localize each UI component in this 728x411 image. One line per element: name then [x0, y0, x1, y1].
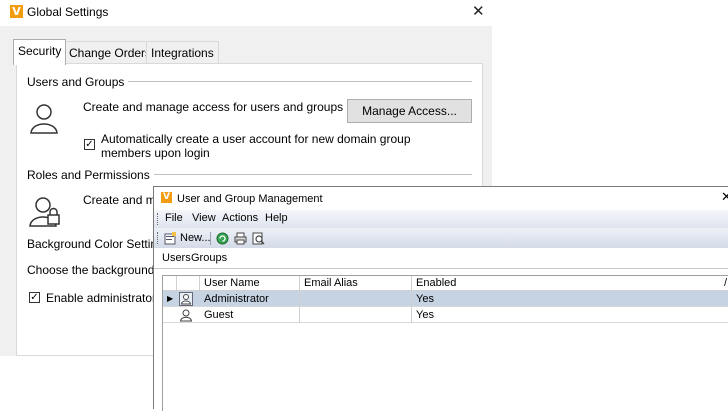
tab-change-orders[interactable]: Change Orders	[64, 41, 157, 63]
close-icon[interactable]: ✕	[721, 190, 728, 205]
manage-access-button[interactable]: Manage Access...	[347, 99, 472, 123]
app-logo: V	[161, 192, 172, 203]
user-group-management-window: V User and Group Management ✕ File View …	[153, 186, 728, 411]
tab-users[interactable]: Users	[162, 252, 191, 264]
tab-integrations[interactable]: Integrations	[146, 41, 219, 63]
column-header-extra: /	[724, 277, 728, 289]
table-row[interactable]: Guest Yes	[163, 307, 728, 323]
tab-security[interactable]: Security	[13, 39, 67, 65]
menu-help[interactable]: Help	[265, 212, 288, 224]
menu-actions[interactable]: Actions	[222, 212, 258, 224]
menu-bar: File View Actions Help	[154, 210, 728, 228]
toolbar-separator	[210, 232, 211, 245]
window-title: User and Group Management	[177, 193, 323, 205]
row-pointer-icon: ▶	[167, 294, 174, 303]
grip-handle[interactable]	[157, 213, 160, 225]
cell-email-alias	[300, 291, 412, 307]
background-color-description: Choose the background c	[27, 263, 164, 277]
tab-groups[interactable]: Groups	[191, 252, 227, 264]
cell-email-alias	[300, 307, 412, 323]
auto-create-label-line1: Automatically create a user account for …	[101, 132, 411, 146]
window-title: Global Settings	[27, 5, 109, 19]
cell-user-name: Guest	[200, 307, 300, 323]
auto-create-checkbox[interactable]: ✓	[84, 139, 95, 150]
user-lock-icon	[29, 197, 60, 227]
cell-enabled: Yes	[416, 309, 434, 321]
users-grid: User Name Email Alias Enabled / ▶ Admini…	[162, 275, 728, 411]
print-icon[interactable]	[234, 232, 247, 245]
users-groups-description: Create and manage access for users and g…	[83, 100, 344, 114]
enable-admin-label: Enable administrator s	[46, 291, 166, 305]
roles-permissions-heading: Roles and Permissions	[27, 168, 154, 182]
enable-admin-checkbox[interactable]: ✓	[29, 292, 40, 303]
column-header-enabled[interactable]: Enabled	[412, 276, 728, 291]
column-header-email-alias[interactable]: Email Alias	[300, 276, 412, 291]
app-logo: V	[10, 5, 23, 18]
cell-user-name: Administrator	[200, 291, 300, 307]
grip-handle[interactable]	[157, 232, 160, 244]
table-row[interactable]: ▶ Administrator Yes	[163, 291, 728, 307]
auto-create-label-line2: members upon login	[101, 146, 210, 160]
icon-column-header	[177, 276, 200, 291]
column-header-user-name[interactable]: User Name	[200, 276, 300, 291]
cell-enabled: Yes	[416, 293, 434, 305]
row-indicator-header	[163, 276, 177, 291]
menu-file[interactable]: File	[165, 212, 183, 224]
menu-view[interactable]: View	[192, 212, 216, 224]
user-icon	[179, 292, 193, 306]
user-icon	[30, 104, 58, 134]
tab-strip: Users Groups	[154, 248, 728, 269]
refresh-icon[interactable]	[216, 232, 229, 245]
close-icon[interactable]: ✕	[472, 2, 485, 20]
title-bar: V Global Settings ✕	[0, 0, 492, 26]
new-icon[interactable]	[164, 232, 177, 245]
new-button[interactable]: New...	[180, 232, 211, 244]
users-groups-heading: Users and Groups	[27, 75, 129, 89]
user-icon	[179, 309, 193, 322]
toolbar: New...	[154, 228, 728, 248]
print-preview-icon[interactable]	[252, 232, 265, 245]
background-color-heading: Background Color Setting	[27, 237, 164, 251]
roles-description: Create and ma	[83, 193, 163, 207]
